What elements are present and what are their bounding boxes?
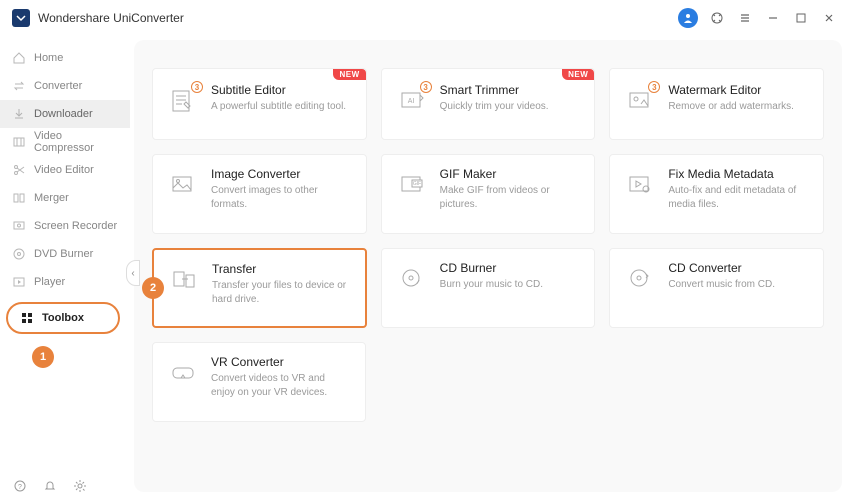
sidebar-item-label: Converter xyxy=(34,80,82,92)
sidebar-item-label: Home xyxy=(34,52,63,64)
vr-icon xyxy=(167,357,199,389)
play-icon xyxy=(12,275,26,289)
tool-subtitle-editor[interactable]: NEW 3 Subtitle Editor A powerful subtitle… xyxy=(152,68,367,140)
tool-desc: Convert videos to VR and enjoy on your V… xyxy=(211,372,351,399)
sidebar-item-video-compressor[interactable]: Video Compressor xyxy=(0,128,130,156)
tool-vr-converter[interactable]: VR Converter Convert videos to VR and enj… xyxy=(152,342,366,422)
new-badge: NEW xyxy=(333,69,365,80)
cd-convert-icon xyxy=(624,263,656,295)
titlebar: Wondershare UniConverter xyxy=(0,0,850,36)
tool-image-converter[interactable]: Image Converter Convert images to other f… xyxy=(152,154,367,234)
cd-burn-icon xyxy=(396,263,428,295)
home-icon xyxy=(12,51,26,65)
tool-desc: Transfer your files to device or hard dr… xyxy=(212,279,351,306)
tool-title: GIF Maker xyxy=(440,167,581,181)
watermark-icon: 3 xyxy=(624,85,656,117)
converter-icon xyxy=(12,79,26,93)
notification-button[interactable] xyxy=(42,478,58,494)
tool-title: Watermark Editor xyxy=(668,83,794,97)
callout-badge-1: 1 xyxy=(32,346,54,368)
count-badge: 3 xyxy=(420,81,432,93)
sidebar-item-label: Merger xyxy=(34,192,69,204)
sidebar-item-downloader[interactable]: Downloader xyxy=(0,100,130,128)
merge-icon xyxy=(12,191,26,205)
download-icon xyxy=(12,107,26,121)
count-badge: 3 xyxy=(648,81,660,93)
tool-desc: Burn your music to CD. xyxy=(440,278,543,292)
sidebar: Home Converter Downloader Video Compress… xyxy=(0,36,130,500)
tool-desc: A powerful subtitle editing tool. xyxy=(211,100,346,114)
tool-smart-trimmer[interactable]: NEW AI3 Smart TrimmerQuickly trim your v… xyxy=(381,68,596,140)
tool-desc: Quickly trim your videos. xyxy=(440,100,549,114)
sidebar-item-video-editor[interactable]: Video Editor xyxy=(0,156,130,184)
svg-text:?: ? xyxy=(18,484,22,491)
tool-desc: Make GIF from videos or pictures. xyxy=(440,184,581,211)
tool-desc: Remove or add watermarks. xyxy=(668,100,794,114)
tool-title: Image Converter xyxy=(211,167,352,181)
subtitle-icon: 3 xyxy=(167,85,199,117)
sidebar-item-label: Video Editor xyxy=(34,164,94,176)
menu-button[interactable] xyxy=(736,9,754,27)
sidebar-item-toolbox[interactable]: Toolbox xyxy=(6,302,120,334)
app-logo xyxy=(12,9,30,27)
support-icon[interactable] xyxy=(708,9,726,27)
image-icon xyxy=(167,169,199,201)
record-icon xyxy=(12,219,26,233)
sidebar-item-label: Video Compressor xyxy=(34,130,118,154)
tool-desc: Auto-fix and edit metadata of media file… xyxy=(668,184,809,211)
transfer-icon xyxy=(168,264,200,296)
gif-icon: GIF xyxy=(396,169,428,201)
callout-badge-2: 2 xyxy=(142,277,164,299)
toolbox-content: NEW 3 Subtitle Editor A powerful subtitle… xyxy=(134,40,842,492)
tool-title: Transfer xyxy=(212,262,351,276)
sidebar-item-label: Screen Recorder xyxy=(34,220,117,232)
sidebar-item-label: Downloader xyxy=(34,108,93,120)
app-title: Wondershare UniConverter xyxy=(38,11,184,25)
disc-icon xyxy=(12,247,26,261)
sidebar-collapse-button[interactable]: ‹ xyxy=(126,260,140,286)
tool-title: Fix Media Metadata xyxy=(668,167,809,181)
sidebar-item-label: DVD Burner xyxy=(34,248,93,260)
sidebar-item-player[interactable]: Player xyxy=(0,268,130,296)
tool-desc: Convert images to other formats. xyxy=(211,184,352,211)
grid-icon xyxy=(20,311,34,325)
minimize-button[interactable] xyxy=(764,9,782,27)
svg-text:GIF: GIF xyxy=(412,181,420,187)
sidebar-item-label: Player xyxy=(34,276,65,288)
user-account-button[interactable] xyxy=(678,8,698,28)
sidebar-item-merger[interactable]: Merger xyxy=(0,184,130,212)
tool-fix-metadata[interactable]: Fix Media Metadata Auto-fix and edit meta… xyxy=(609,154,824,234)
tool-title: CD Converter xyxy=(668,261,775,275)
tool-cd-converter[interactable]: CD Converter Convert music from CD. xyxy=(609,248,824,328)
tool-cd-burner[interactable]: CD Burner Burn your music to CD. xyxy=(381,248,596,328)
tool-watermark-editor[interactable]: 3 Watermark Editor Remove or add watermar… xyxy=(609,68,824,140)
sidebar-item-screen-recorder[interactable]: Screen Recorder xyxy=(0,212,130,240)
tool-gif-maker[interactable]: GIF GIF Maker Make GIF from videos or pic… xyxy=(381,154,596,234)
tool-desc: Convert music from CD. xyxy=(668,278,775,292)
scissors-icon xyxy=(12,163,26,177)
tool-title: Smart Trimmer xyxy=(440,83,549,97)
tool-title: Subtitle Editor xyxy=(211,83,346,97)
svg-text:AI: AI xyxy=(407,98,414,105)
metadata-icon xyxy=(624,169,656,201)
sidebar-item-home[interactable]: Home xyxy=(0,44,130,72)
compress-icon xyxy=(12,135,26,149)
new-badge: NEW xyxy=(562,69,594,80)
count-badge: 3 xyxy=(191,81,203,93)
sidebar-item-label: Toolbox xyxy=(42,312,84,324)
sidebar-item-dvd-burner[interactable]: DVD Burner xyxy=(0,240,130,268)
help-button[interactable]: ? xyxy=(12,478,28,494)
tool-transfer[interactable]: 2 TransferTransfer your files to device … xyxy=(152,248,367,328)
tool-title: CD Burner xyxy=(440,261,543,275)
settings-button[interactable] xyxy=(72,478,88,494)
maximize-button[interactable] xyxy=(792,9,810,27)
ai-trim-icon: AI3 xyxy=(396,85,428,117)
sidebar-item-converter[interactable]: Converter xyxy=(0,72,130,100)
tool-title: VR Converter xyxy=(211,355,351,369)
close-button[interactable] xyxy=(820,9,838,27)
